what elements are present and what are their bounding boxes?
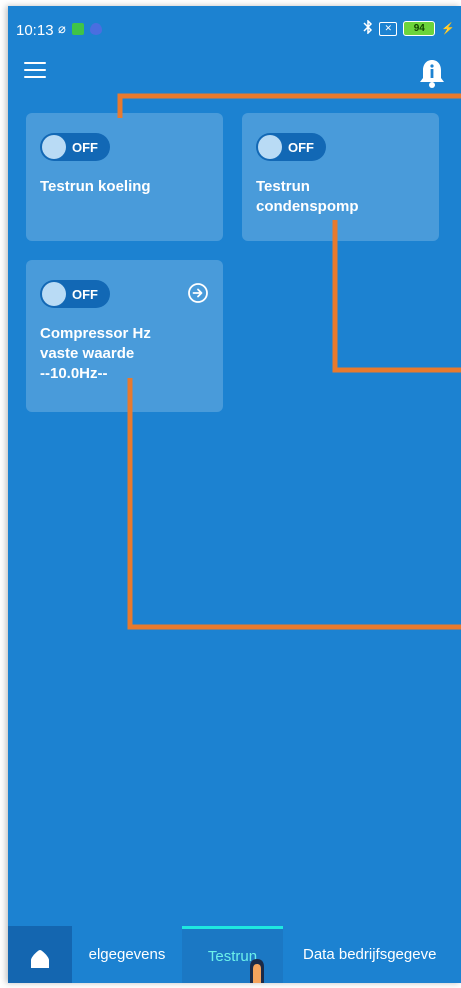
tab-data-bedrijfsgegevens[interactable]: Data bedrijfsgegeve	[283, 926, 461, 983]
card-title: Testrun condenspomp	[256, 178, 359, 215]
tab-algemene-gegevens[interactable]: elgegevens	[72, 926, 182, 983]
app-notification-icon	[71, 23, 84, 35]
tab-home[interactable]	[8, 926, 72, 983]
notification-bell-icon[interactable]	[419, 58, 445, 88]
charging-icon: ⚡	[441, 23, 455, 35]
toggle-switch[interactable]: OFF	[256, 133, 326, 161]
app-screen: 10:13 ⌀ ✕ 94 ⚡ OFF Testrun koeling OFF T…	[8, 6, 461, 983]
home-icon	[31, 950, 49, 968]
toggle-knob	[42, 282, 66, 306]
shield-icon	[89, 23, 102, 35]
toggle-switch[interactable]: OFF	[40, 280, 110, 308]
status-left-icons: ⌀	[58, 21, 102, 37]
wifi-off-icon: ⌀	[58, 21, 66, 36]
touch-indicator-icon	[246, 953, 268, 983]
toggle-label: OFF	[72, 139, 98, 155]
app-bar	[8, 50, 461, 94]
card-testrun-koeling[interactable]: OFF Testrun koeling	[26, 113, 223, 241]
toggle-label: OFF	[288, 139, 314, 155]
card-title: Compressor Hz vaste waarde --10.0Hz--	[40, 325, 151, 382]
card-testrun-condenspomp[interactable]: OFF Testrun condenspomp	[242, 113, 439, 241]
arrow-right-circle-icon[interactable]	[187, 282, 209, 304]
toggle-knob	[42, 135, 66, 159]
hamburger-menu-icon[interactable]	[24, 62, 46, 80]
card-title: Testrun koeling	[40, 178, 151, 195]
toggle-label: OFF	[72, 286, 98, 302]
battery-icon: 94	[403, 21, 436, 36]
status-right-icons: ✕ 94 ⚡	[363, 19, 455, 37]
no-sim-icon: ✕	[379, 21, 398, 36]
bottom-tab-bar: elgegevens Testrun Data bedrijfsgegeve	[8, 926, 461, 983]
status-bar: 10:13 ⌀ ✕ 94 ⚡	[8, 6, 461, 50]
bluetooth-icon	[363, 19, 373, 37]
toggle-knob	[258, 135, 282, 159]
toggle-switch[interactable]: OFF	[40, 133, 110, 161]
tab-label: elgegevens	[88, 946, 166, 963]
card-compressor-hz[interactable]: OFF Compressor Hz vaste waarde --10.0Hz-…	[26, 260, 223, 412]
tab-label: Data bedrijfsgegeve	[303, 946, 437, 963]
status-time: 10:13	[16, 22, 54, 39]
